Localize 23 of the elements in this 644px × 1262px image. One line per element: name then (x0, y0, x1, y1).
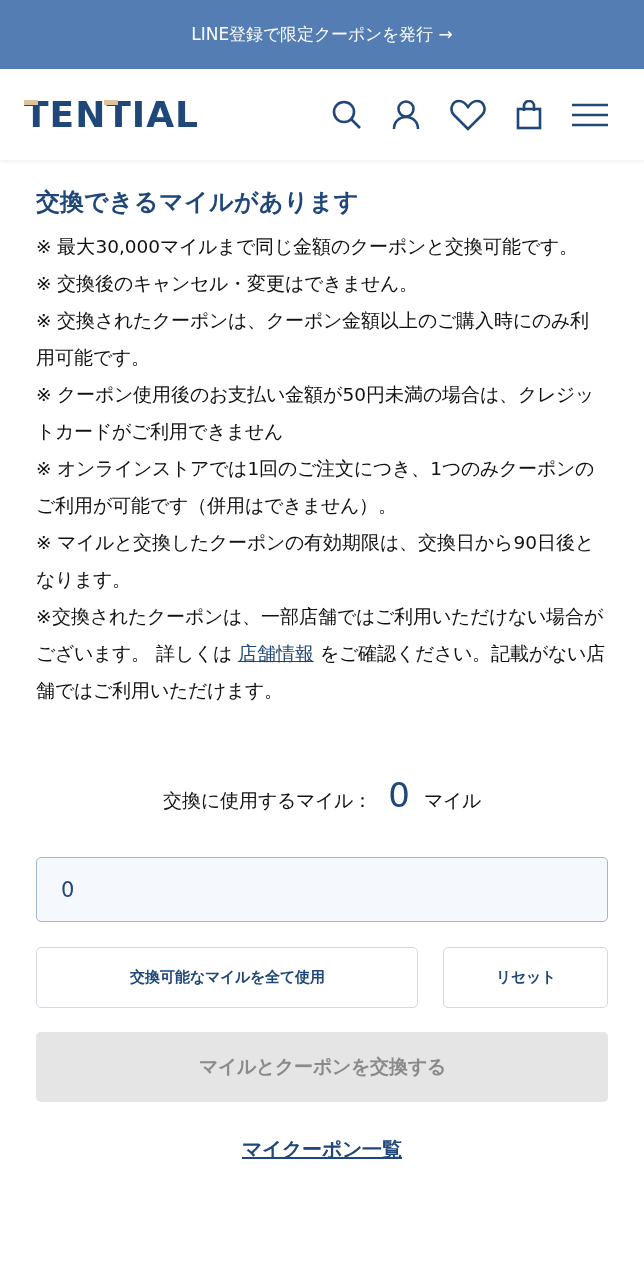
my-coupons-link[interactable]: マイクーポン一覧 (242, 1137, 402, 1161)
store-info-link[interactable]: 店舗情報 (237, 643, 314, 664)
line-signup-link[interactable]: LINE登録で限定クーポンを発行 → (191, 23, 453, 46)
miles-unit: マイル (423, 788, 481, 813)
note-text: ※ クーポン使用後のお支払い金額が50円未満の場合は、クレジットカードがご利用できません (36, 383, 595, 444)
note-text: ※ マイルと交換したクーポンの有効期限は、交換日から90日後となります。 (36, 531, 595, 592)
miles-label: 交換に使用するマイル： (163, 788, 373, 813)
miles-input-field[interactable]: 0 (36, 857, 608, 922)
shopping-bag-icon[interactable] (516, 99, 542, 130)
menu-icon[interactable] (572, 102, 608, 127)
section-heading: 交換できるマイルがあります (36, 187, 360, 218)
reset-button[interactable]: リセット (443, 947, 608, 1008)
miles-value: 0 (388, 775, 410, 815)
search-icon[interactable] (332, 99, 362, 130)
note-text: ※ 交換後のキャンセル・変更はできません。 (36, 272, 420, 296)
note-text: ※交換されたクーポンは、一部店舗ではご利用いただけない場合がございます。 詳しくは 店舗情報 をご確認ください。記載がない店舗ではご利用いただけます。 (36, 605, 606, 703)
use-all-miles-button[interactable]: 交換可能なマイルを全て使用 (36, 947, 418, 1008)
note-text: ※ 交換されたクーポンは、クーポン金額以上のご購入時にのみ利用可能です。 (36, 309, 591, 370)
heart-icon[interactable] (450, 98, 486, 131)
note-text: ※ 最大30,000マイルまで同じ金額のクーポンと交換可能です。 (36, 235, 580, 259)
tential-logo[interactable]: TENTIAL (24, 94, 200, 135)
user-icon[interactable] (392, 99, 420, 130)
note-text: ※ オンラインストアでは1回のご注文につき、1つのみクーポンのご利用が可能です（併用はできません）。 (36, 457, 595, 518)
